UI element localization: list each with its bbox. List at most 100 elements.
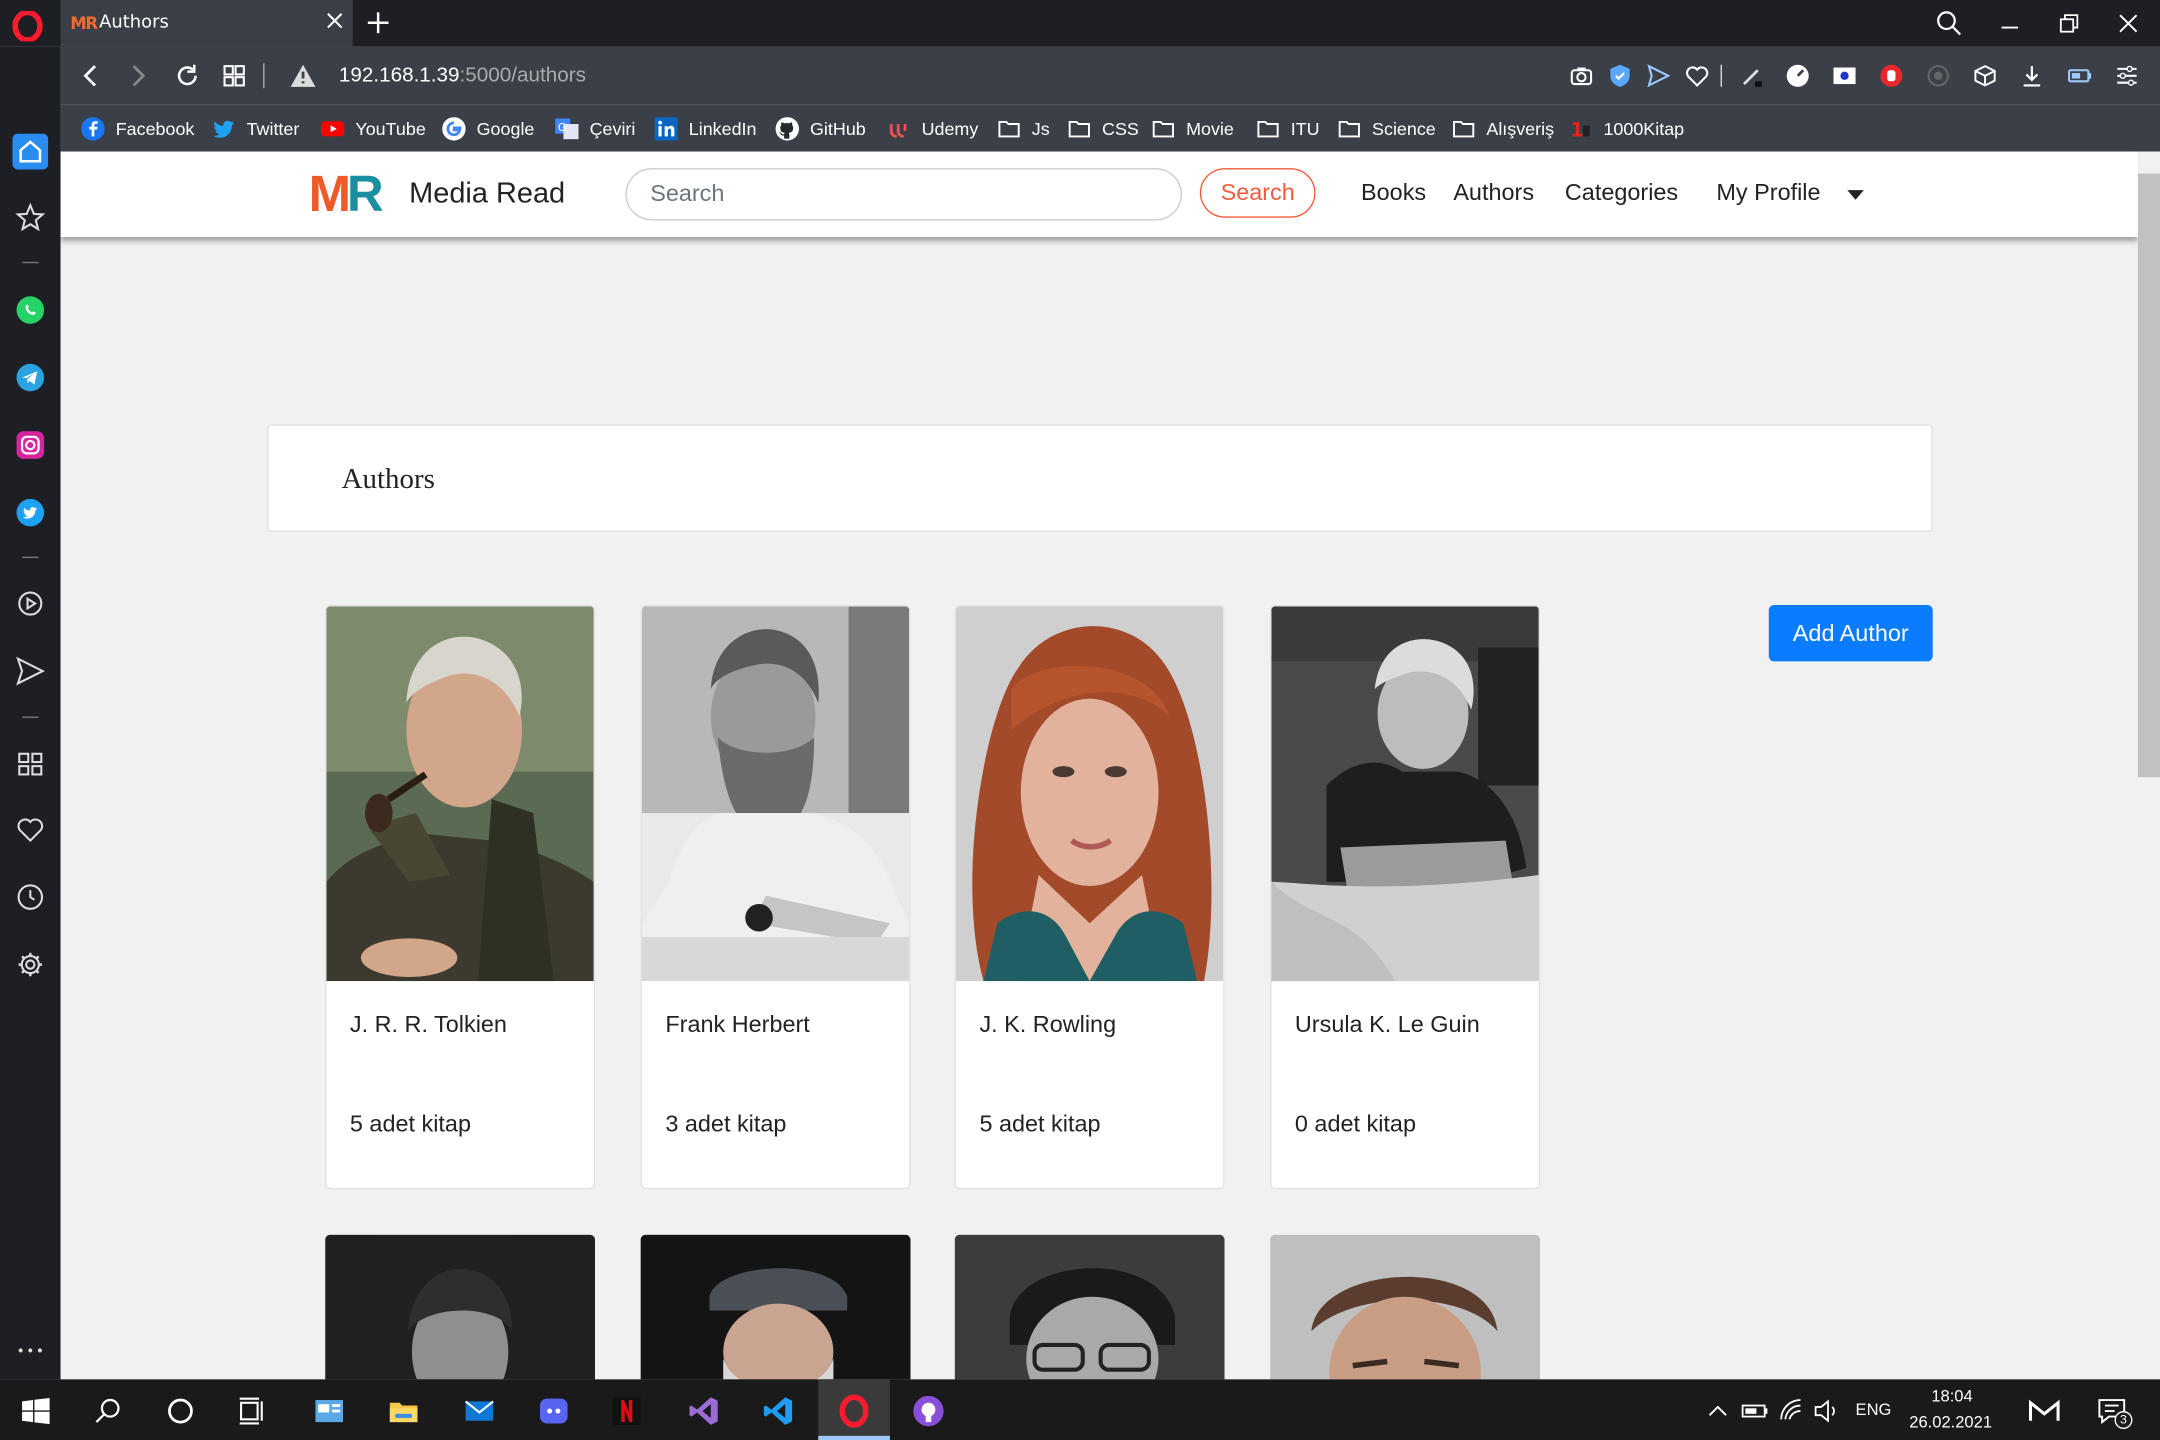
bookmark-1000kitap[interactable]: 1 1000Kitap [1569, 116, 1684, 141]
history-clock-icon[interactable] [15, 882, 45, 912]
scrollbar-thumb[interactable] [2137, 173, 2160, 778]
clock-time[interactable]: 18:04 [1931, 1386, 1972, 1405]
netflix-icon[interactable] [610, 1395, 643, 1428]
vpn-shield-icon[interactable] [1608, 63, 1633, 88]
search-button[interactable]: Search [1199, 168, 1316, 218]
bookmark-folder-alisveris[interactable]: Alışveriş [1452, 116, 1554, 141]
send-icon[interactable] [1646, 63, 1671, 88]
search-taskbar-icon[interactable] [92, 1395, 125, 1428]
snapshot-icon[interactable] [1569, 63, 1594, 88]
settings-gear-icon[interactable] [15, 949, 45, 979]
bookmark-linkedin[interactable]: LinkedIn [654, 116, 756, 141]
reload-icon[interactable] [174, 62, 202, 90]
bookmark-google[interactable]: Google [442, 116, 534, 141]
bookmark-label: Google [476, 117, 535, 139]
easy-setup-icon[interactable] [2115, 63, 2140, 88]
brand-name[interactable]: Media Read [409, 178, 565, 211]
nav-books[interactable]: Books [1361, 179, 1426, 207]
battery-saver-icon[interactable] [2068, 63, 2093, 88]
visual-studio-icon[interactable] [687, 1395, 720, 1428]
vscode-icon[interactable] [762, 1395, 795, 1428]
github-desktop-icon[interactable] [912, 1395, 945, 1428]
home-icon[interactable] [12, 133, 49, 170]
close-tab-icon[interactable] [325, 11, 344, 30]
speed-dial-sidebar-icon[interactable] [15, 748, 45, 778]
search-input[interactable] [625, 168, 1182, 221]
speedometer-icon[interactable] [1785, 63, 1810, 88]
speed-dial-icon[interactable] [220, 62, 248, 90]
close-window-icon[interactable] [2113, 8, 2143, 38]
discord-icon[interactable] [537, 1395, 570, 1428]
bookmark-youtube[interactable]: YouTube [320, 116, 426, 141]
bookmark-folder-js[interactable]: Js [997, 116, 1050, 141]
nav-authors[interactable]: Authors [1453, 179, 1534, 207]
cortana-icon[interactable] [164, 1395, 197, 1428]
bookmarks-star-icon[interactable] [15, 202, 46, 233]
windows-start-icon[interactable] [19, 1395, 52, 1428]
warning-icon[interactable] [289, 62, 317, 90]
gmail-tray-icon[interactable] [2028, 1395, 2061, 1428]
restore-icon[interactable] [2054, 8, 2084, 38]
tab-authors[interactable]: MR Authors [60, 0, 353, 47]
clock-date[interactable]: 26.02.2021 [1909, 1412, 1992, 1431]
more-dots-icon[interactable] [15, 1335, 45, 1365]
opera-logo-icon[interactable] [12, 11, 43, 42]
my-flow-heart-icon[interactable] [15, 814, 45, 844]
calculator-app-icon[interactable] [313, 1395, 346, 1428]
bookmark-folder-css[interactable]: CSS [1068, 116, 1139, 141]
battery-icon[interactable] [1741, 1395, 1769, 1428]
bookmark-folder-movie[interactable]: Movie [1152, 116, 1234, 141]
file-explorer-icon[interactable] [387, 1395, 420, 1428]
telegram-icon[interactable] [15, 362, 45, 392]
author-card-partial[interactable] [954, 1234, 1225, 1380]
minimize-icon[interactable] [1995, 8, 2025, 38]
twitter-sidebar-icon[interactable] [15, 497, 45, 527]
nav-categories[interactable]: Categories [1565, 179, 1678, 207]
task-view-icon[interactable] [236, 1395, 269, 1428]
bookmark-folder-science[interactable]: Science [1338, 116, 1436, 141]
bookmark-twitter[interactable]: Twitter [212, 116, 299, 141]
url-field[interactable]: 192.168.1.39:5000/authors [339, 63, 586, 86]
mail-icon[interactable] [463, 1395, 496, 1428]
language-indicator[interactable]: ENG [1856, 1400, 1892, 1419]
nav-my-profile[interactable]: My Profile [1716, 179, 1820, 207]
chevron-up-icon[interactable] [1705, 1395, 1730, 1428]
download-icon[interactable] [2019, 63, 2044, 88]
author-card[interactable]: J. R. R. Tolkien 5 adet kitap [325, 604, 596, 1190]
author-card-partial[interactable] [1270, 1234, 1541, 1380]
wifi-icon[interactable] [1778, 1395, 1806, 1428]
brand-logo[interactable]: MR [309, 168, 384, 219]
bookmark-facebook[interactable]: Facebook [81, 116, 194, 141]
author-card[interactable]: Frank Herbert 3 adet kitap [640, 604, 911, 1190]
profile-dropdown-caret[interactable] [1847, 190, 1864, 200]
tab-favicon: MR [70, 13, 98, 34]
volume-icon[interactable] [1813, 1395, 1841, 1428]
screen-capture-icon[interactable] [1832, 63, 1857, 88]
author-card-partial[interactable] [325, 1234, 596, 1380]
forward-icon[interactable] [124, 62, 152, 90]
color-picker-icon[interactable] [1740, 63, 1765, 88]
back-icon[interactable] [77, 62, 105, 90]
flow-send-icon[interactable] [15, 656, 46, 686]
bookmark-github[interactable]: GitHub [775, 116, 866, 141]
heart-icon[interactable] [1685, 63, 1710, 88]
notifications-badge: 3 [2114, 1411, 2133, 1429]
adblock-icon[interactable] [1879, 63, 1904, 88]
author-card[interactable]: Ursula K. Le Guin 0 adet kitap [1270, 604, 1541, 1190]
new-tab-icon[interactable] [366, 11, 389, 34]
folder-icon [1257, 120, 1279, 137]
add-author-button[interactable]: Add Author [1768, 604, 1933, 662]
bookmark-udemy[interactable]: Udemy [887, 116, 978, 141]
author-card[interactable]: J. K. Rowling 5 adet kitap [954, 604, 1225, 1190]
search-tabs-icon[interactable] [1934, 8, 1964, 38]
whatsapp-icon[interactable] [15, 295, 45, 325]
cube-icon[interactable] [1973, 63, 1998, 88]
bookmark-ceviri[interactable]: G Çeviri [555, 116, 635, 141]
facebook-icon [81, 116, 105, 140]
extension-circle-icon[interactable] [1926, 63, 1951, 88]
instagram-icon[interactable] [15, 430, 45, 460]
bookmark-folder-itu[interactable]: ITU [1256, 116, 1320, 141]
author-card-partial[interactable] [640, 1234, 911, 1380]
player-icon[interactable] [15, 588, 45, 618]
opera-taskbar-icon[interactable] [838, 1394, 871, 1428]
